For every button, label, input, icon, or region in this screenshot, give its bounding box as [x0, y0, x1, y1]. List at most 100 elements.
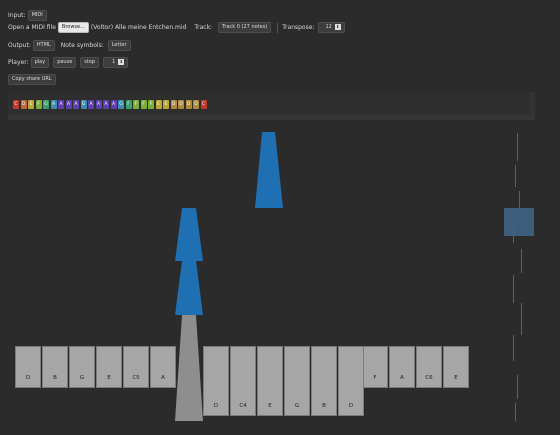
input-row: Input: MIDI — [8, 10, 49, 21]
note-strip: CDEFGAAAAGAAAAGFFFFEEDDDDC — [8, 92, 535, 120]
piano-key[interactable]: E — [96, 346, 122, 388]
timeline-tick — [517, 375, 518, 399]
piano-key[interactable]: F — [362, 346, 388, 388]
note-chip: F — [35, 100, 42, 109]
piano-key-label: A — [161, 375, 165, 381]
piano-key-label: D — [348, 403, 354, 409]
piano-key[interactable]: G — [69, 346, 95, 388]
mini-timeline — [497, 125, 540, 425]
spinner-icon[interactable]: ⬍ — [118, 59, 125, 65]
note-chip: G — [118, 100, 124, 109]
share-row: Copy share URL — [8, 74, 58, 85]
note-chip: D — [20, 100, 27, 109]
divider — [277, 22, 279, 33]
piano-key-label: B — [53, 375, 57, 381]
note-chip: C — [200, 100, 207, 109]
piano-key-label: C6 — [425, 375, 433, 381]
falling-note-shadow — [175, 315, 203, 421]
note-chip: E — [163, 100, 169, 109]
note-chip: F — [148, 100, 154, 109]
note-chip: A — [110, 100, 117, 109]
note-chip: F — [140, 100, 147, 109]
output-row: Output: HTML Note symbols: Letter — [8, 40, 133, 51]
piano-key-label: B — [322, 403, 326, 409]
timeline-tick — [521, 303, 522, 335]
piano-key-label: F — [373, 375, 377, 381]
note-bar — [175, 261, 203, 315]
timeline-tick — [513, 275, 514, 303]
note-chip: F — [125, 100, 132, 109]
note-bar — [255, 132, 283, 208]
note-chip: D — [170, 100, 177, 109]
play-button[interactable]: play — [30, 57, 50, 68]
note-chip: G — [43, 100, 49, 109]
output-label: Output: — [8, 42, 31, 49]
open-label: Open a MIDI file — [8, 24, 56, 31]
speed-input[interactable]: 1 ⬍ — [103, 57, 129, 68]
timeline-tick — [521, 249, 522, 273]
piano-key[interactable]: D — [15, 346, 41, 388]
transpose-value: 12 — [325, 24, 332, 30]
piano-key[interactable]: C5 — [123, 346, 149, 388]
note-chip: D — [178, 100, 184, 109]
input-mode-select[interactable]: MIDI — [27, 10, 47, 21]
note-chip: C — [13, 100, 19, 109]
note-chip: F — [133, 100, 139, 109]
piano-key-label: C4 — [239, 403, 247, 409]
piano-key-label: E — [454, 375, 458, 381]
note-chip: A — [88, 100, 94, 109]
note-chip: A — [95, 100, 102, 109]
copy-share-url-button[interactable]: Copy share URL — [8, 74, 56, 85]
piano-key-label: D — [25, 375, 31, 381]
file-name: (Voltor) Alle meine Entchen.mid — [90, 24, 187, 31]
piano-key-label: C5 — [132, 375, 140, 381]
note-chip: A — [50, 100, 57, 109]
timeline-tick — [515, 165, 516, 187]
pause-button[interactable]: pause — [53, 57, 77, 68]
piano-key-label: G — [294, 403, 300, 409]
piano-key[interactable]: E — [443, 346, 469, 388]
piano-key[interactable]: B — [42, 346, 68, 388]
transpose-label: Transpose: — [282, 24, 315, 31]
piano-key[interactable]: C6 — [416, 346, 442, 388]
spinner-icon[interactable]: ⬍ — [334, 24, 341, 30]
track-select[interactable]: Track 0 (27 notes) — [218, 22, 272, 33]
note-chip: A — [65, 100, 72, 109]
piano-key-label: E — [107, 375, 111, 381]
timeline-tick — [515, 403, 516, 421]
piano-key[interactable]: G — [284, 346, 310, 416]
piano-key-label: D — [213, 403, 219, 409]
piano-key[interactable]: E — [257, 346, 283, 416]
open-row: Open a MIDI file Browse... (Voltor) Alle… — [8, 22, 347, 33]
note-bar — [175, 208, 203, 261]
note-chip: A — [103, 100, 109, 109]
player-row: Player: play pause stop 1 ⬍ — [8, 57, 130, 68]
input-label: Input: — [8, 12, 26, 19]
piano-key-label: A — [400, 375, 404, 381]
timeline-tick — [517, 133, 518, 161]
output-mode-select[interactable]: HTML — [32, 40, 55, 51]
piano-key[interactable]: D — [203, 346, 229, 416]
timeline-tick — [519, 191, 520, 211]
note-chip: D — [193, 100, 199, 109]
note-chip: G — [80, 100, 87, 109]
piano-key[interactable]: B — [311, 346, 337, 416]
browse-button[interactable]: Browse... — [57, 22, 89, 33]
speed-value: 1 — [112, 59, 116, 65]
piano-key[interactable]: C4 — [230, 346, 256, 416]
note-chip: E — [28, 100, 34, 109]
horizontal-scrollbar[interactable] — [8, 115, 535, 120]
timeline-tick — [513, 335, 514, 361]
piano-key[interactable]: A — [389, 346, 415, 388]
timeline-tick — [513, 221, 514, 243]
note-chip: D — [185, 100, 192, 109]
note-chips: CDEFGAAAAGAAAAGFFFFEEDDDDC — [13, 100, 208, 109]
piano-key[interactable]: A — [150, 346, 176, 388]
piano-key[interactable]: D — [338, 346, 364, 416]
note-symbols-select[interactable]: Letter — [107, 40, 131, 51]
note-chip: A — [73, 100, 79, 109]
note-chip: A — [58, 100, 64, 109]
stop-button[interactable]: stop — [80, 57, 100, 68]
transpose-input[interactable]: 12 ⬍ — [318, 22, 345, 33]
note-chip: E — [155, 100, 162, 109]
